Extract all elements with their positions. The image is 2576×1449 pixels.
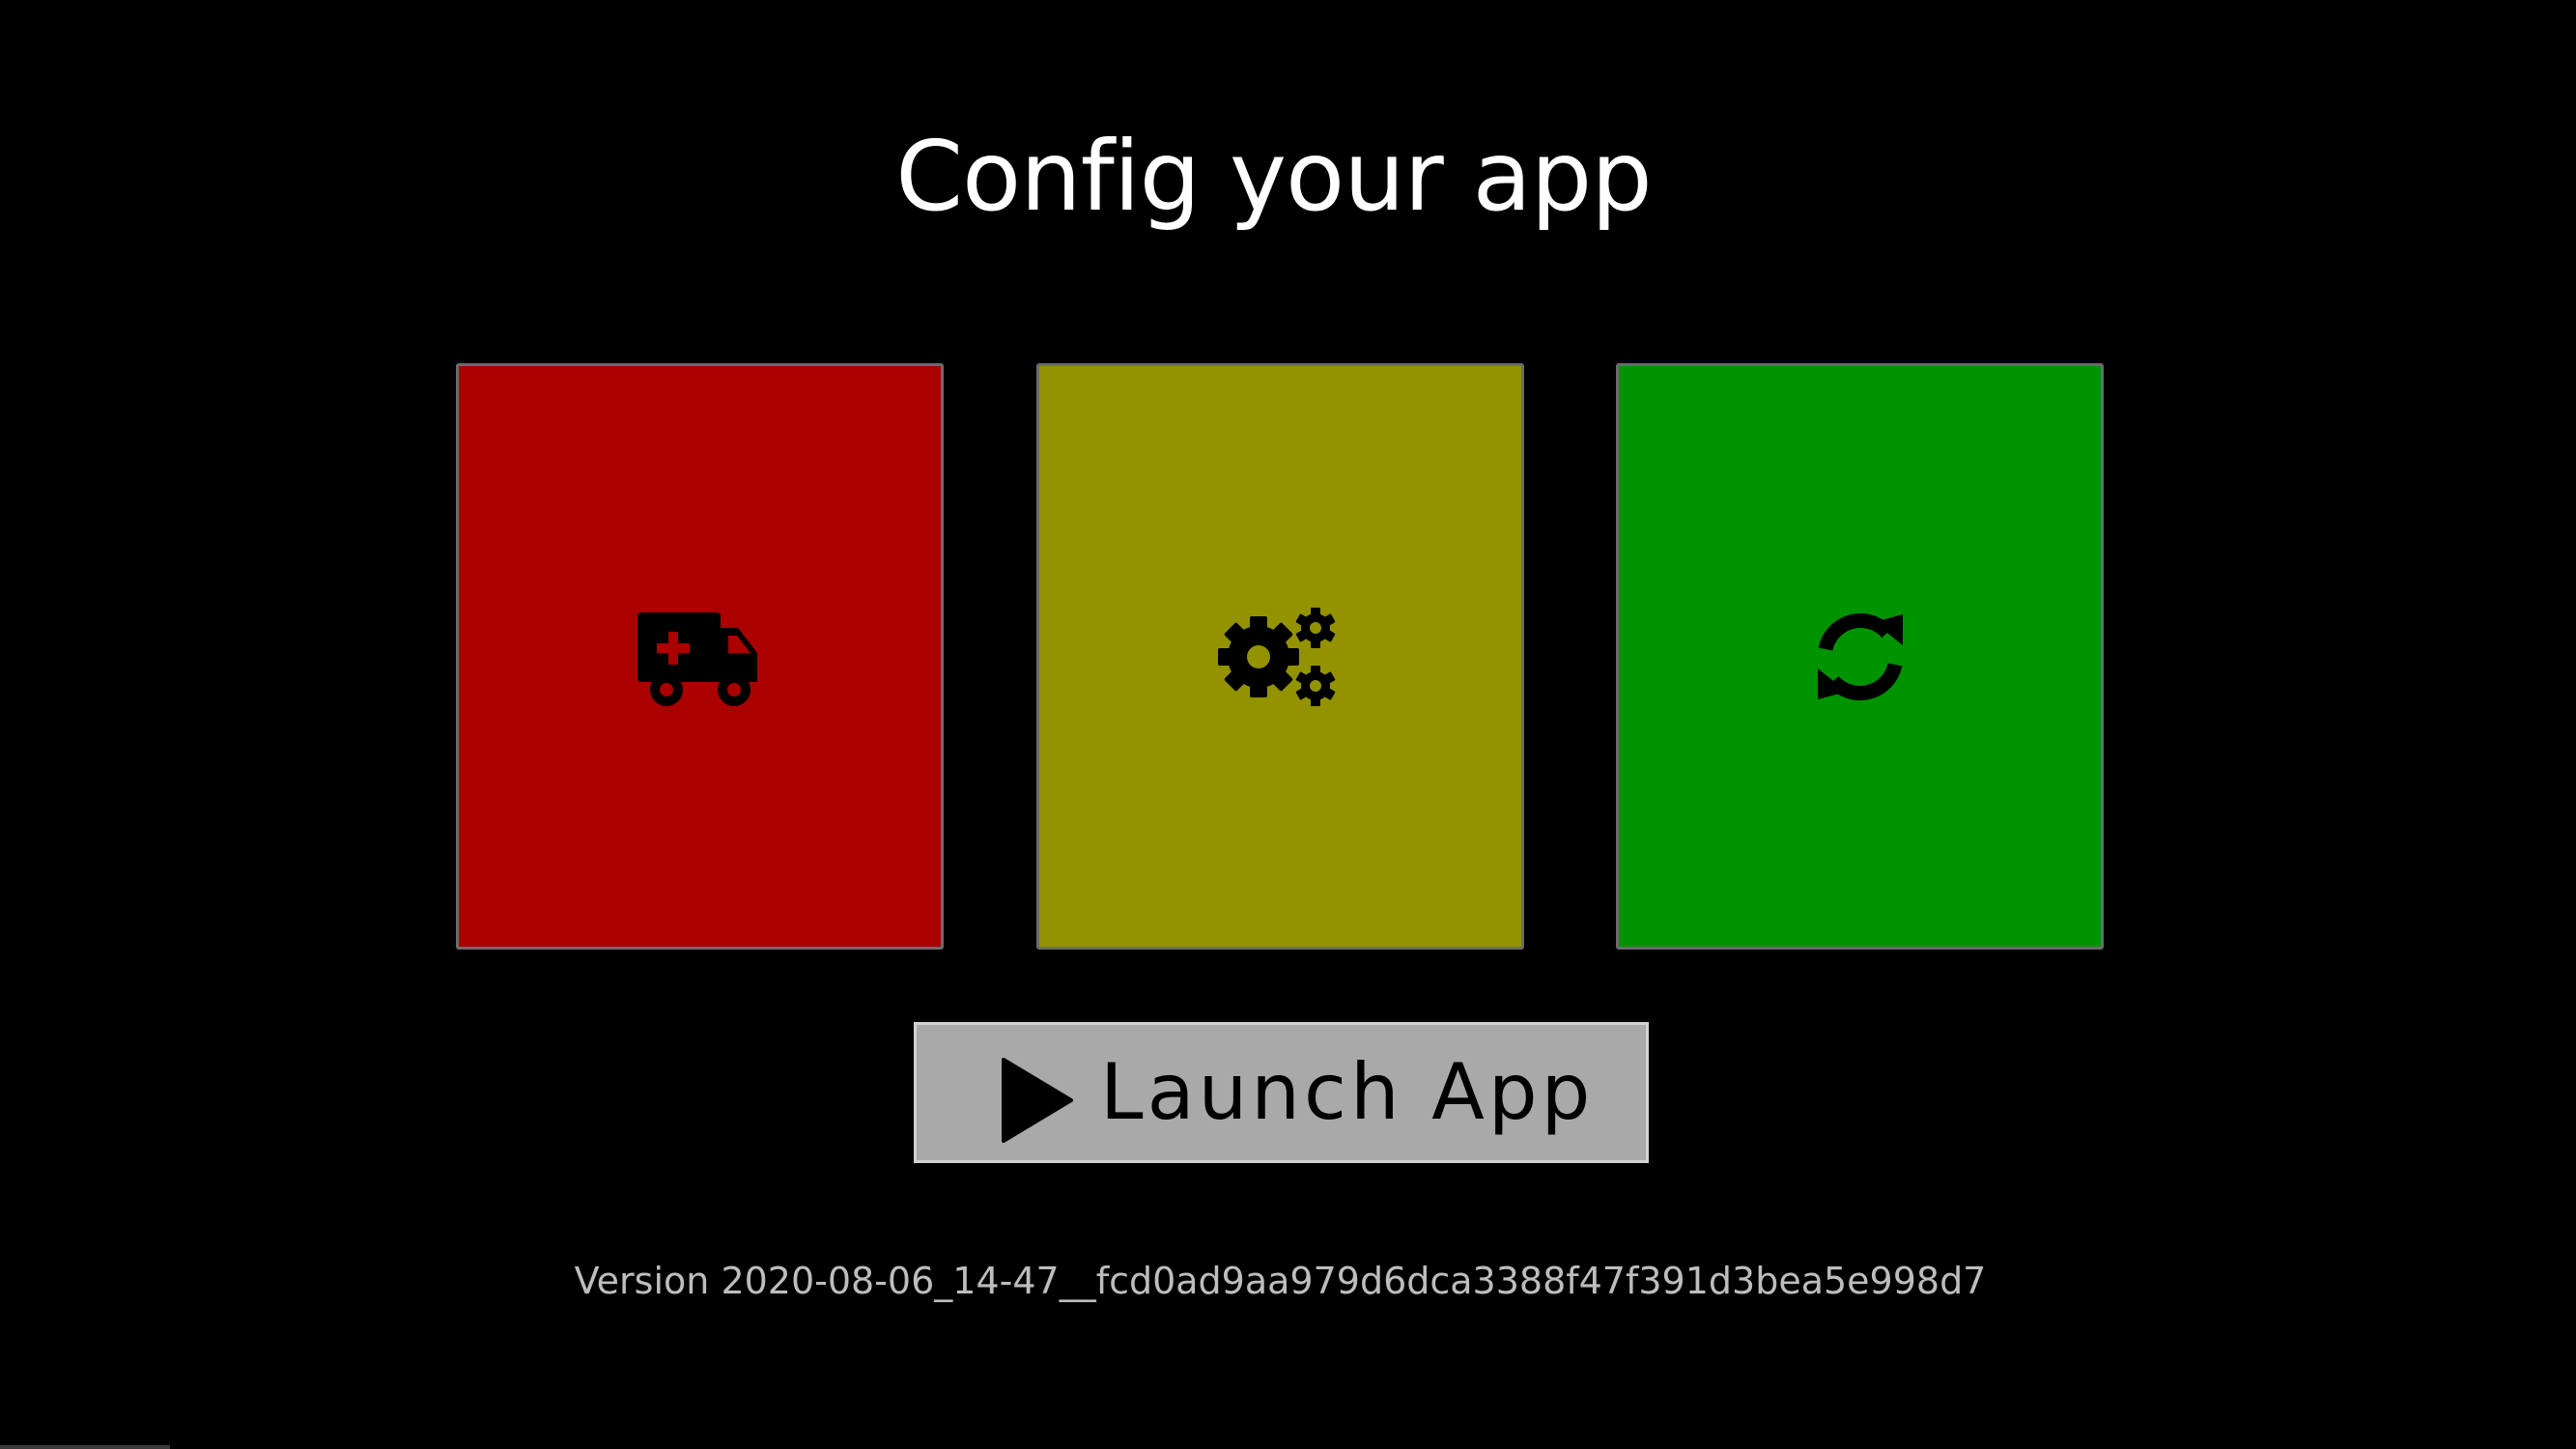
version-text: Version 2020-08-06_14-47__fcd0ad9aa979d6… [574,1260,1987,1302]
sync-icon [1817,612,1903,700]
play-icon [1002,1058,1073,1143]
ambulance-icon [637,611,757,706]
settings-tile[interactable] [1036,363,1524,950]
launch-app-button[interactable]: Launch App [914,1022,1649,1163]
sync-tile[interactable] [1616,363,2104,950]
emergency-tile[interactable] [456,363,944,950]
launch-app-label: Launch App [1100,1047,1595,1137]
page-title: Config your app [895,120,1653,233]
cogs-icon [1217,607,1335,706]
app-config-screen: Config your app Launch App Version 2020-… [0,0,2576,1449]
bottom-divider [0,1445,170,1449]
